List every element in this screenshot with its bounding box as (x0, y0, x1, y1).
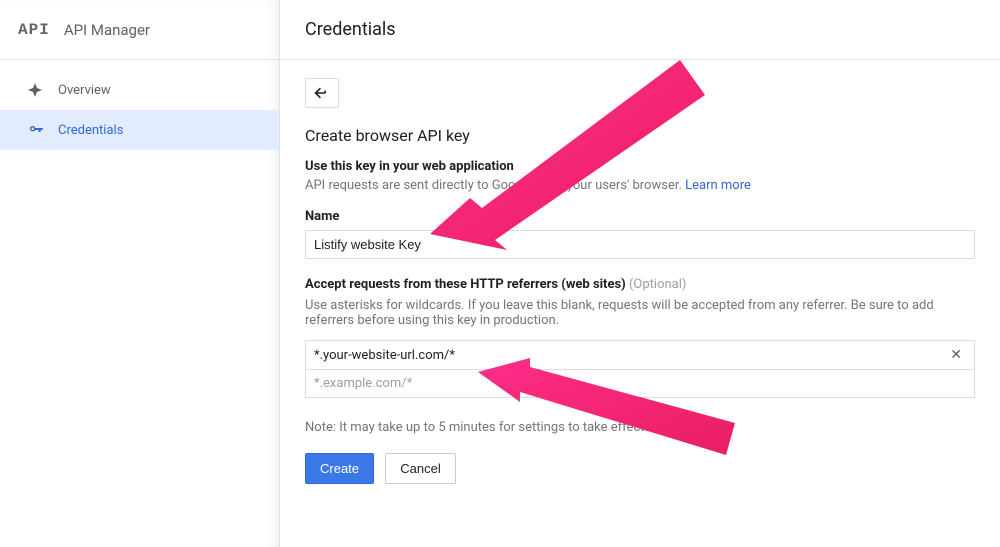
api-logo: API (18, 21, 50, 39)
sidebar-item-overview[interactable]: Overview (0, 70, 279, 110)
button-row: Create Cancel (305, 453, 975, 484)
learn-more-link[interactable]: Learn more (685, 178, 751, 193)
name-label: Name (305, 209, 975, 224)
sidebar-item-credentials[interactable]: Credentials (0, 110, 279, 150)
sidebar-item-label: Credentials (58, 123, 123, 138)
sidebar: API API Manager Overview Credentials (0, 0, 280, 547)
page-header: Credentials (280, 0, 1000, 60)
section-title: Create browser API key (305, 126, 975, 145)
name-field-group: Name (305, 209, 975, 259)
referrer-entry[interactable]: *.your-website-url.com/* ✕ (305, 340, 975, 370)
back-arrow-icon (314, 86, 330, 100)
section-subtitle-desc: API requests are sent directly to Google… (305, 178, 975, 193)
cancel-button[interactable]: Cancel (385, 453, 455, 484)
name-input[interactable] (305, 230, 975, 259)
sidebar-nav: Overview Credentials (0, 60, 279, 150)
sidebar-header: API API Manager (0, 0, 279, 60)
settings-note: Note: It may take up to 5 minutes for se… (305, 420, 975, 435)
referrer-entry-text: *.your-website-url.com/* (314, 348, 946, 363)
content: Create browser API key Use this key in y… (280, 60, 1000, 504)
referrers-help: Use asterisks for wildcards. If you leav… (305, 298, 975, 328)
main: Credentials Create browser API key Use t… (280, 0, 1000, 547)
key-icon (28, 122, 58, 138)
overview-icon (28, 83, 58, 97)
referrers-label: Accept requests from these HTTP referrer… (305, 277, 975, 292)
section-desc-text: API requests are sent directly to Google… (305, 178, 685, 193)
create-button[interactable]: Create (305, 453, 374, 484)
referrers-field-group: Accept requests from these HTTP referrer… (305, 277, 975, 398)
page-title: Credentials (305, 19, 396, 40)
referrer-placeholder: *.example.com/* (314, 376, 966, 391)
section-subtitle-bold: Use this key in your web application (305, 159, 975, 174)
remove-referrer-button[interactable]: ✕ (946, 347, 966, 363)
back-button[interactable] (305, 78, 339, 108)
referrers-label-text: Accept requests from these HTTP referrer… (305, 277, 626, 292)
referrers-optional: (Optional) (629, 277, 686, 292)
sidebar-title: API Manager (64, 21, 150, 39)
sidebar-item-label: Overview (58, 83, 111, 98)
referrer-add-input[interactable]: *.example.com/* (305, 369, 975, 398)
